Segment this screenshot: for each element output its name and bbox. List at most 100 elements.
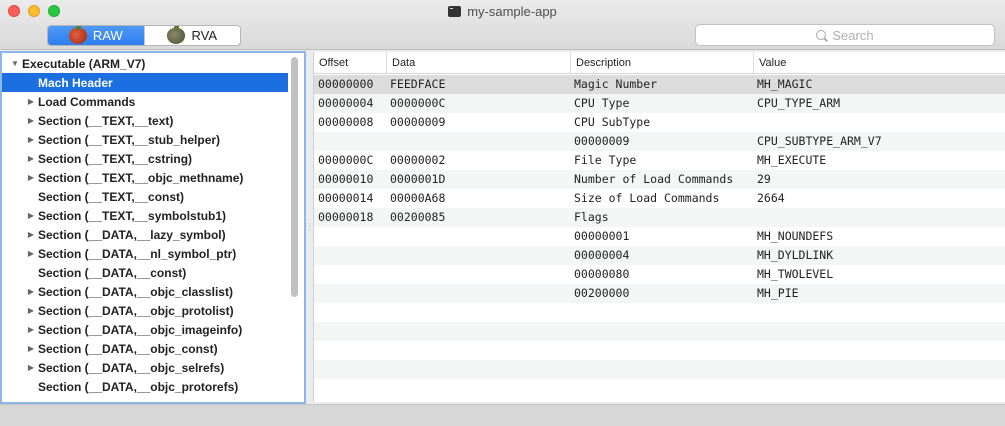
- disclosure-closed-icon[interactable]: ▶: [26, 116, 36, 125]
- tree-item-label: Section (__TEXT,__symbolstub1): [38, 208, 227, 223]
- split-view-divider[interactable]: ⋮: [306, 222, 314, 232]
- table-cell-offset: [314, 246, 386, 265]
- table-cell-data: [386, 246, 570, 265]
- table-row[interactable]: 00200000 MH_PIE: [314, 284, 1005, 303]
- table-row[interactable]: 00000008 00000009 CPU SubType: [314, 113, 1005, 132]
- table-cell-value: MH_NOUNDEFS: [757, 229, 834, 243]
- tree-item[interactable]: ▶ Section (__DATA,__objc_classlist): [2, 282, 288, 301]
- tree-item[interactable]: Section (__TEXT,__const): [2, 187, 288, 206]
- disclosure-closed-icon[interactable]: ▶: [26, 249, 36, 258]
- table-cell-offset: 00000018: [318, 210, 374, 224]
- disclosure-closed-icon[interactable]: ▶: [26, 287, 36, 296]
- tree-scrollbar[interactable]: [291, 57, 298, 297]
- tree-item-label: Section (__TEXT,__cstring): [38, 151, 193, 166]
- table-header: Offset Data Description Value: [314, 52, 1005, 74]
- tree-item-label: Section (__DATA,__objc_imageinfo): [38, 322, 243, 337]
- table-cell-description: Flags: [574, 210, 609, 224]
- table-row[interactable]: 00000001 MH_NOUNDEFS: [314, 227, 1005, 246]
- segment-raw[interactable]: RAW: [48, 26, 144, 45]
- table-row[interactable]: 0000000C 00000002 File Type MH_EXECUTE: [314, 151, 1005, 170]
- apple-icon: [68, 26, 87, 44]
- disclosure-closed-icon[interactable]: ▶: [26, 306, 36, 315]
- table-cell-data: 00000A68: [390, 191, 446, 205]
- disclosure-closed-icon[interactable]: ▶: [26, 325, 36, 334]
- tree-item[interactable]: ▶ Load Commands: [2, 92, 288, 111]
- tree-item-label: Executable (ARM_V7): [22, 56, 146, 71]
- table-cell-data: [386, 265, 570, 284]
- tree-item[interactable]: ▶ Section (__DATA,__objc_selrefs): [2, 358, 288, 377]
- table-cell-description: 00000080: [574, 267, 630, 281]
- table-cell-description: 00000004: [574, 248, 630, 262]
- tree-item-label: Load Commands: [38, 94, 136, 109]
- title-bar: my-sample-app RAW RVA Search: [0, 0, 1005, 50]
- status-bar: [0, 404, 1005, 426]
- tree-item-label: Section (__DATA,__lazy_symbol): [38, 227, 226, 242]
- table-cell-data: 00000002: [390, 153, 446, 167]
- disclosure-closed-icon[interactable]: ▶: [26, 97, 36, 106]
- tree-item[interactable]: ▶ Section (__TEXT,__symbolstub1): [2, 206, 288, 225]
- search-input[interactable]: Search: [695, 24, 995, 46]
- table-row-empty: [314, 303, 1005, 322]
- disclosure-closed-icon[interactable]: ▶: [26, 363, 36, 372]
- tree-item[interactable]: ▶ Section (__TEXT,__cstring): [2, 149, 288, 168]
- tree-item[interactable]: ▶ Section (__DATA,__nl_symbol_ptr): [2, 244, 288, 263]
- table-cell-data: 00000009: [390, 115, 446, 129]
- tree-item-label: Section (__DATA,__objc_selrefs): [38, 360, 225, 375]
- table-cell-offset: 00000010: [318, 172, 374, 186]
- table-cell-data: [386, 132, 570, 151]
- column-header-data[interactable]: Data: [386, 52, 570, 74]
- table-cell-value: 2664: [757, 191, 785, 205]
- disclosure-open-icon[interactable]: ▼: [10, 59, 20, 68]
- table-cell-offset: 0000000C: [318, 153, 374, 167]
- tree-item[interactable]: ▶ Section (__DATA,__lazy_symbol): [2, 225, 288, 244]
- disclosure-closed-icon[interactable]: ▶: [26, 230, 36, 239]
- table-row[interactable]: 00000014 00000A68 Size of Load Commands 266…: [314, 189, 1005, 208]
- tree-item[interactable]: Mach Header: [2, 73, 288, 92]
- table-row[interactable]: 00000009 CPU_SUBTYPE_ARM_V7: [314, 132, 1005, 151]
- tree-item[interactable]: ▶ Section (__DATA,__objc_const): [2, 339, 288, 358]
- tree-item[interactable]: ▶ Section (__TEXT,__objc_methname): [2, 168, 288, 187]
- tree-item-label: Mach Header: [38, 75, 113, 90]
- table-row[interactable]: 00000080 MH_TWOLEVEL: [314, 265, 1005, 284]
- table-cell-data: [386, 227, 570, 246]
- table-row[interactable]: 00000004 MH_DYLDLINK: [314, 246, 1005, 265]
- table-cell-description: CPU Type: [574, 96, 630, 110]
- disclosure-closed-icon[interactable]: ▶: [26, 211, 36, 220]
- tree-item[interactable]: ▶ Section (__DATA,__objc_imageinfo): [2, 320, 288, 339]
- column-header-value[interactable]: Value: [753, 52, 1005, 74]
- detail-table: Offset Data Description Value 00000000 FE…: [313, 52, 1005, 402]
- tree-item[interactable]: Section (__DATA,__objc_protorefs): [2, 377, 288, 396]
- table-cell-value: MH_PIE: [757, 286, 799, 300]
- table-row[interactable]: 00000004 0000000C CPU Type CPU_TYPE_ARM: [314, 94, 1005, 113]
- disclosure-closed-icon[interactable]: ▶: [26, 344, 36, 353]
- file-structure-tree[interactable]: ▼ Executable (ARM_V7) Mach Header ▶ Load Com…: [0, 51, 306, 404]
- tree-item[interactable]: ▶ Section (__TEXT,__stub_helper): [2, 130, 288, 149]
- search-placeholder: Search: [832, 27, 874, 43]
- tree-item-label: Section (__DATA,__nl_symbol_ptr): [38, 246, 237, 261]
- table-row[interactable]: 00000010 0000001D Number of Load Commands 2…: [314, 170, 1005, 189]
- table-cell-data: 0000001D: [390, 172, 446, 186]
- table-row[interactable]: 00000000 FEEDFACE Magic Number MH_MAGIC: [314, 75, 1005, 94]
- tree-item[interactable]: Section (__DATA,__const): [2, 263, 288, 282]
- tree-item[interactable]: ▶ Section (__TEXT,__text): [2, 111, 288, 130]
- disclosure-closed-icon[interactable]: ▶: [26, 173, 36, 182]
- segment-rva[interactable]: RVA: [143, 26, 241, 45]
- table-cell-offset: [314, 284, 386, 303]
- table-row[interactable]: 00000018 00200085 Flags: [314, 208, 1005, 227]
- column-header-offset[interactable]: Offset: [314, 52, 386, 74]
- table-cell-data: 00200085: [390, 210, 446, 224]
- disclosure-closed-icon[interactable]: ▶: [26, 135, 36, 144]
- tree-item[interactable]: ▶ Section (__DATA,__objc_protolist): [2, 301, 288, 320]
- column-header-description[interactable]: Description: [570, 52, 753, 74]
- tree-item-label: Section (__TEXT,__objc_methname): [38, 170, 244, 185]
- tree-item[interactable]: ▼ Executable (ARM_V7): [2, 54, 288, 73]
- table-cell-value: MH_MAGIC: [757, 77, 813, 91]
- table-row-empty: [314, 360, 1005, 379]
- apple-icon: [167, 26, 186, 44]
- table-cell-description: Size of Load Commands: [574, 191, 720, 205]
- disclosure-closed-icon[interactable]: ▶: [26, 154, 36, 163]
- window-title: my-sample-app: [467, 4, 557, 19]
- segment-raw-label: RAW: [92, 28, 123, 43]
- tree-item-label: Section (__DATA,__objc_classlist): [38, 284, 233, 299]
- table-cell-description: 00000009: [574, 134, 630, 148]
